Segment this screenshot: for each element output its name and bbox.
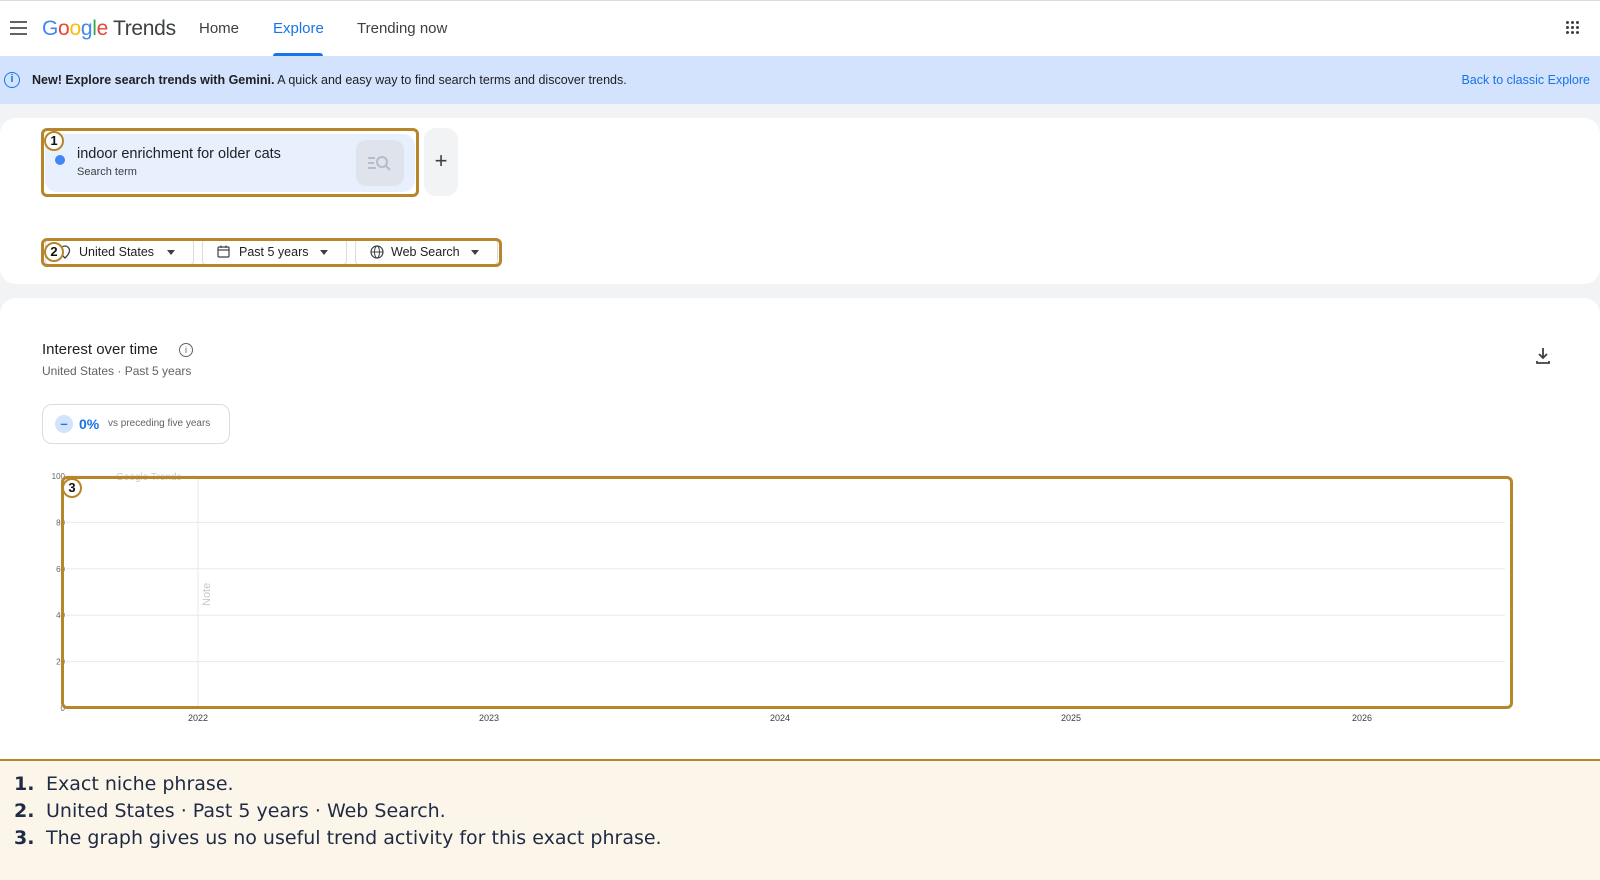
x-tick-label: 2023 [479, 713, 499, 723]
hamburger-menu-icon[interactable] [10, 21, 27, 35]
note-3: 3. The graph gives us no useful trend act… [14, 827, 662, 849]
x-tick-label: 2026 [1352, 713, 1372, 723]
chart-title: Interest over time [42, 341, 158, 358]
google-apps-icon[interactable] [1566, 21, 1580, 35]
annotation-marker-1: 1 [44, 131, 64, 151]
annotation-box-3 [61, 476, 1513, 709]
note-1: 1. Exact niche phrase. [14, 773, 234, 795]
annotation-box-1 [41, 128, 419, 197]
google-trends-logo[interactable]: Google Trends [42, 17, 176, 41]
tab-explore[interactable]: Explore [273, 20, 324, 37]
top-app-bar: Google Trends Home Explore Trending now [0, 0, 1600, 56]
note-2: 2. United States · Past 5 years · Web Sea… [14, 800, 446, 822]
help-icon[interactable]: i [179, 343, 193, 357]
change-label: vs preceding five years [108, 418, 211, 429]
x-tick-label: 2024 [770, 713, 790, 723]
banner-message: New! Explore search trends with Gemini. … [32, 73, 627, 87]
x-tick-label: 2022 [188, 713, 208, 723]
back-to-classic-link[interactable]: Back to classic Explore [1461, 73, 1590, 87]
gemini-banner: i New! Explore search trends with Gemini… [0, 56, 1600, 104]
annotation-box-2 [41, 238, 502, 267]
annotation-marker-3: 3 [62, 478, 82, 498]
tab-home[interactable]: Home [199, 20, 239, 37]
chart-subtitle: United States · Past 5 years [42, 364, 192, 378]
info-icon: i [4, 72, 20, 88]
no-change-icon: – [55, 415, 73, 433]
download-icon[interactable] [1535, 347, 1551, 365]
annotation-marker-2: 2 [44, 242, 64, 262]
x-tick-label: 2025 [1061, 713, 1081, 723]
annotation-notes: 1. Exact niche phrase. 2. United States · … [0, 759, 1600, 880]
tab-trending-now[interactable]: Trending now [357, 20, 447, 37]
add-comparison-button[interactable]: + [424, 128, 458, 196]
change-value: 0% [79, 416, 100, 432]
